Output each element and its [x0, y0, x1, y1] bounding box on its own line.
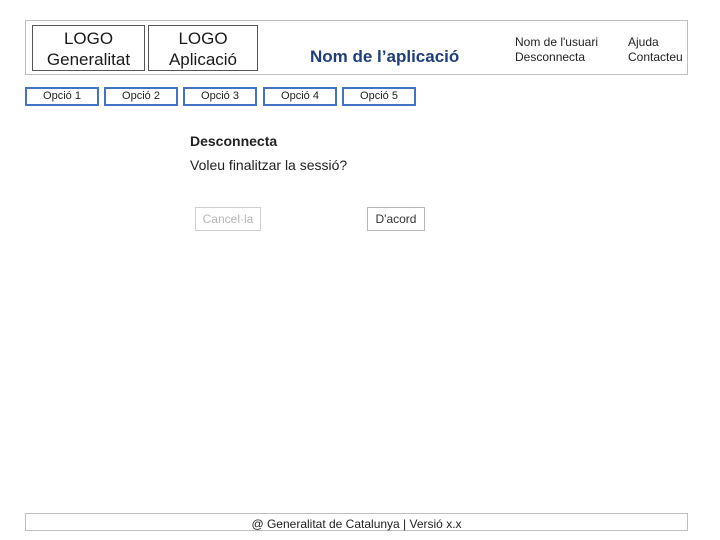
nav-item-opcio-4[interactable]: Opció 4	[263, 87, 337, 106]
cancel-button[interactable]: Cancel·la	[195, 207, 261, 231]
nav-item-opcio-2[interactable]: Opció 2	[104, 87, 178, 106]
contact-link[interactable]: Contacteu	[628, 50, 683, 65]
logout-link[interactable]: Desconnecta	[515, 50, 598, 65]
footer-text: @ Generalitat de Catalunya | Versió x.x	[251, 517, 462, 531]
dialog-title: Desconnecta	[190, 133, 278, 149]
logo-generalitat[interactable]: LOGO Generalitat	[32, 25, 145, 71]
help-block: Ajuda Contacteu	[628, 35, 683, 65]
nav-item-opcio-3[interactable]: Opció 3	[183, 87, 257, 106]
logo-generalitat-line2: Generalitat	[46, 50, 131, 69]
logo-app[interactable]: LOGO Aplicació	[148, 25, 258, 71]
logo-generalitat-line1: LOGO	[63, 29, 114, 48]
logo-app-line2: Aplicació	[168, 50, 238, 69]
app-name: Nom de l’aplicació	[310, 47, 460, 66]
ok-button[interactable]: D'acord	[367, 207, 425, 231]
user-name-link[interactable]: Nom de l'usuari	[515, 35, 598, 50]
nav-item-opcio-1[interactable]: Opció 1	[25, 87, 99, 106]
dialog-message: Voleu finalitzar la sessió?	[190, 157, 348, 173]
footer: @ Generalitat de Catalunya | Versió x.x	[25, 513, 688, 531]
user-block: Nom de l'usuari Desconnecta	[515, 35, 598, 65]
nav-item-opcio-5[interactable]: Opció 5	[342, 87, 416, 106]
help-link[interactable]: Ajuda	[628, 35, 683, 50]
logo-app-line1: LOGO	[178, 29, 228, 48]
